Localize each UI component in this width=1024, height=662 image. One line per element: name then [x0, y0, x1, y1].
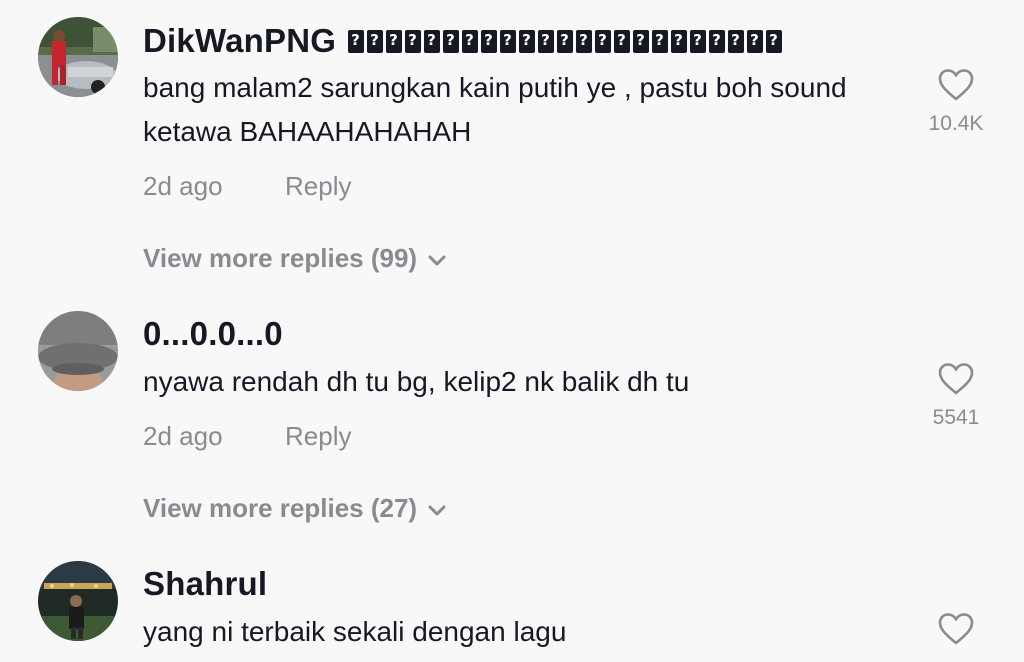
missing-glyph-box	[633, 30, 650, 53]
missing-glyph-box	[690, 30, 707, 53]
missing-glyph-box	[766, 30, 783, 53]
view-more-replies-label: View more replies (99)	[143, 243, 418, 273]
view-more-replies-button[interactable]: View more replies (99)	[143, 243, 447, 274]
missing-glyph-box	[462, 30, 479, 53]
username-text: DikWanPNG	[143, 22, 337, 59]
missing-glyph-box	[405, 30, 422, 53]
missing-glyph-box	[348, 30, 365, 53]
username[interactable]: Shahrul	[143, 565, 267, 603]
comment-meta: 2d ago Reply	[143, 421, 351, 452]
like-count: 5541	[932, 406, 980, 429]
reply-button[interactable]: Reply	[285, 421, 351, 452]
heart-outline-icon[interactable]	[937, 68, 975, 102]
like-button[interactable]: 5541	[920, 362, 992, 430]
missing-glyph-box	[443, 30, 460, 53]
comment-list: DikWanPNG bang malam2 sarungkan kain put…	[0, 0, 1024, 662]
like-button[interactable]: 10.4K	[920, 68, 992, 136]
missing-glyph-box	[671, 30, 688, 53]
view-more-replies-label: View more replies (27)	[143, 493, 418, 523]
avatar[interactable]	[38, 311, 118, 391]
missing-glyph-box	[576, 30, 593, 53]
missing-glyph-box	[500, 30, 517, 53]
chevron-down-icon	[428, 505, 446, 516]
avatar[interactable]	[38, 561, 118, 641]
missing-glyph-box	[519, 30, 536, 53]
comment-text: yang ni terbaik sekali dengan lagu	[143, 616, 567, 647]
comment-timestamp: 2d ago	[143, 421, 223, 451]
comment-text: bang malam2 sarungkan kain putih ye , pa…	[143, 72, 847, 147]
chevron-down-icon	[428, 255, 446, 266]
missing-glyph-box	[424, 30, 441, 53]
unsupported-glyph-run	[348, 22, 785, 60]
view-more-replies-button[interactable]: View more replies (27)	[143, 493, 447, 524]
comment-meta: 2d ago Reply	[143, 171, 351, 202]
missing-glyph-box	[367, 30, 384, 53]
heart-outline-icon[interactable]	[937, 612, 975, 646]
username[interactable]: DikWanPNG	[143, 22, 785, 60]
heart-outline-icon[interactable]	[937, 362, 975, 396]
like-count: 10.4K	[928, 112, 984, 135]
reply-button[interactable]: Reply	[285, 171, 351, 202]
comment-text: nyawa rendah dh tu bg, kelip2 nk balik d…	[143, 366, 690, 397]
missing-glyph-box	[481, 30, 498, 53]
like-button[interactable]	[920, 612, 992, 646]
comment-timestamp: 2d ago	[143, 171, 223, 201]
missing-glyph-box	[538, 30, 555, 53]
missing-glyph-box	[557, 30, 574, 53]
missing-glyph-box	[652, 30, 669, 53]
missing-glyph-box	[728, 30, 745, 53]
missing-glyph-box	[386, 30, 403, 53]
missing-glyph-box	[614, 30, 631, 53]
missing-glyph-box	[595, 30, 612, 53]
avatar[interactable]	[38, 17, 118, 97]
username[interactable]: 0...0.0...0	[143, 315, 283, 353]
missing-glyph-box	[709, 30, 726, 53]
missing-glyph-box	[747, 30, 764, 53]
